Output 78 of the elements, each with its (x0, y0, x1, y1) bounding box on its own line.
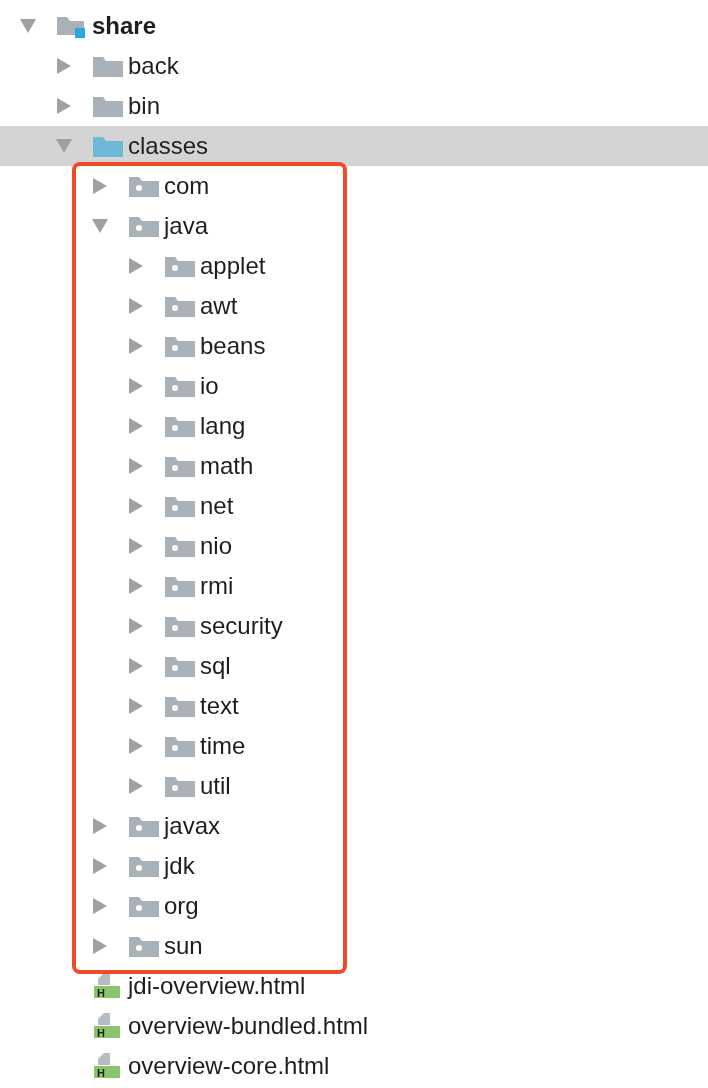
collapsed-arrow-icon[interactable] (92, 857, 108, 875)
tree-label: io (200, 372, 219, 400)
collapsed-arrow-icon[interactable] (128, 497, 144, 515)
tree-label: org (164, 892, 199, 920)
tree-label: com (164, 172, 210, 200)
tree-label: lang (200, 412, 246, 440)
tree-label: awt (200, 292, 238, 320)
tree-label: rmi (200, 572, 234, 600)
tree-row[interactable]: share (0, 6, 708, 46)
tree-row[interactable]: text (0, 686, 708, 726)
tree-row[interactable]: math (0, 446, 708, 486)
tree-row[interactable]: sun (0, 926, 708, 966)
tree-label: jdk (164, 852, 195, 880)
tree-label: nio (200, 532, 233, 560)
collapsed-arrow-icon[interactable] (92, 177, 108, 195)
tree-row[interactable]: beans (0, 326, 708, 366)
tree-label: classes (128, 132, 209, 160)
collapsed-arrow-icon[interactable] (92, 817, 108, 835)
tree-label: overview-bundled.html (128, 1012, 369, 1040)
collapsed-arrow-icon[interactable] (92, 937, 108, 955)
tree-label: overview-core.html (128, 1052, 330, 1080)
tree-row[interactable]: net (0, 486, 708, 526)
collapsed-arrow-icon[interactable] (128, 577, 144, 595)
tree-row[interactable]: classes (0, 126, 708, 166)
tree-label: net (200, 492, 234, 520)
collapsed-arrow-icon[interactable] (128, 457, 144, 475)
tree-label: beans (200, 332, 266, 360)
tree-row[interactable]: org (0, 886, 708, 926)
expanded-arrow-icon[interactable] (20, 17, 36, 35)
tree-label: sun (164, 932, 203, 960)
collapsed-arrow-icon[interactable] (128, 617, 144, 635)
tree-label: javax (164, 812, 221, 840)
collapsed-arrow-icon[interactable] (128, 737, 144, 755)
tree-label: sql (200, 652, 231, 680)
tree-row[interactable]: rmi (0, 566, 708, 606)
tree-label: share (92, 12, 157, 40)
tree-row[interactable]: sql (0, 646, 708, 686)
tree-label: jdi-overview.html (128, 972, 306, 1000)
tree-row[interactable]: back (0, 46, 708, 86)
tree-label: java (164, 212, 209, 240)
tree-row[interactable]: H overview-core.html (0, 1046, 708, 1086)
tree-row[interactable]: H jdi-overview.html (0, 966, 708, 1006)
tree-label: applet (200, 252, 266, 280)
collapsed-arrow-icon[interactable] (128, 657, 144, 675)
collapsed-arrow-icon[interactable] (128, 337, 144, 355)
tree-row[interactable]: javax (0, 806, 708, 846)
tree-row[interactable]: awt (0, 286, 708, 326)
tree-label: time (200, 732, 246, 760)
collapsed-arrow-icon[interactable] (92, 897, 108, 915)
expanded-arrow-icon[interactable] (92, 217, 108, 235)
tree-row[interactable]: nio (0, 526, 708, 566)
collapsed-arrow-icon[interactable] (56, 57, 72, 75)
tree-row[interactable]: security (0, 606, 708, 646)
tree-label: back (128, 52, 179, 80)
tree-label: text (200, 692, 239, 720)
collapsed-arrow-icon[interactable] (128, 297, 144, 315)
tree-row[interactable]: com (0, 166, 708, 206)
collapsed-arrow-icon[interactable] (56, 97, 72, 115)
collapsed-arrow-icon[interactable] (128, 777, 144, 795)
collapsed-arrow-icon[interactable] (128, 697, 144, 715)
collapsed-arrow-icon[interactable] (128, 377, 144, 395)
tree-row[interactable]: lang (0, 406, 708, 446)
tree-label: math (200, 452, 254, 480)
tree-label: bin (128, 92, 161, 120)
tree-row[interactable]: bin (0, 86, 708, 126)
expanded-arrow-icon[interactable] (56, 137, 72, 155)
collapsed-arrow-icon[interactable] (128, 537, 144, 555)
collapsed-arrow-icon[interactable] (128, 417, 144, 435)
tree-row[interactable]: time (0, 726, 708, 766)
tree-label: security (200, 612, 283, 640)
tree-row[interactable]: applet (0, 246, 708, 286)
collapsed-arrow-icon[interactable] (128, 257, 144, 275)
tree-row[interactable]: H overview-bundled.html (0, 1006, 708, 1046)
tree-row[interactable]: io (0, 366, 708, 406)
tree-row[interactable]: util (0, 766, 708, 806)
tree-row[interactable]: jdk (0, 846, 708, 886)
tree-row[interactable]: java (0, 206, 708, 246)
tree-label: util (200, 772, 231, 800)
